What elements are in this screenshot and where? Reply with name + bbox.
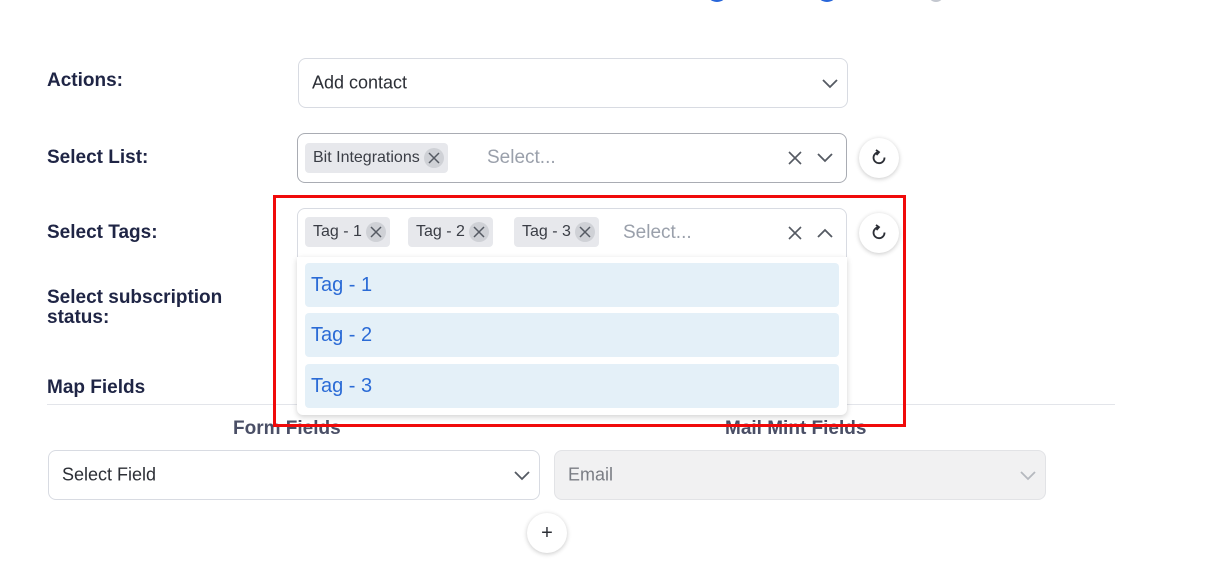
select-tags-label: Select Tags: bbox=[47, 222, 158, 243]
integration-form: Actions: Add contact Select List: Bit In… bbox=[0, 0, 1219, 562]
step-indicator-arc bbox=[706, 0, 728, 2]
selected-list-chip: Bit Integrations bbox=[305, 143, 448, 173]
mail-mint-field-value: Email bbox=[568, 464, 614, 485]
step-indicator-arc bbox=[928, 0, 944, 2]
map-fields-title: Map Fields bbox=[47, 377, 146, 398]
chip-remove-icon[interactable] bbox=[423, 148, 444, 168]
list-multiselect[interactable]: Bit Integrations Select... bbox=[297, 133, 847, 183]
clear-icon[interactable] bbox=[787, 150, 803, 166]
actions-label: Actions: bbox=[47, 70, 123, 91]
refresh-list-button[interactable] bbox=[859, 138, 899, 178]
subscription-label-line: status: bbox=[47, 307, 110, 328]
list-placeholder[interactable]: Select... bbox=[487, 147, 556, 169]
subscription-label: Select subscription status: bbox=[47, 288, 222, 328]
mail-mint-field-select: Email bbox=[554, 450, 1046, 500]
chevron-down-icon[interactable] bbox=[822, 79, 838, 89]
chip-label: Bit Integrations bbox=[313, 149, 420, 166]
highlight-box bbox=[273, 195, 906, 427]
chevron-down-icon bbox=[1020, 471, 1036, 481]
chevron-down-icon[interactable] bbox=[514, 471, 530, 481]
form-field-select[interactable]: Select Field bbox=[48, 450, 540, 500]
form-field-value: Select Field bbox=[62, 464, 157, 485]
actions-value: Add contact bbox=[312, 72, 408, 93]
step-indicator-arc bbox=[816, 0, 838, 2]
add-field-button[interactable]: + bbox=[527, 513, 567, 553]
subscription-label-line: Select subscription bbox=[47, 287, 223, 308]
plus-icon: + bbox=[541, 521, 553, 544]
actions-select[interactable]: Add contact bbox=[298, 58, 848, 108]
chevron-down-icon[interactable] bbox=[817, 153, 833, 163]
refresh-icon bbox=[872, 149, 886, 165]
select-list-label: Select List: bbox=[47, 147, 149, 168]
